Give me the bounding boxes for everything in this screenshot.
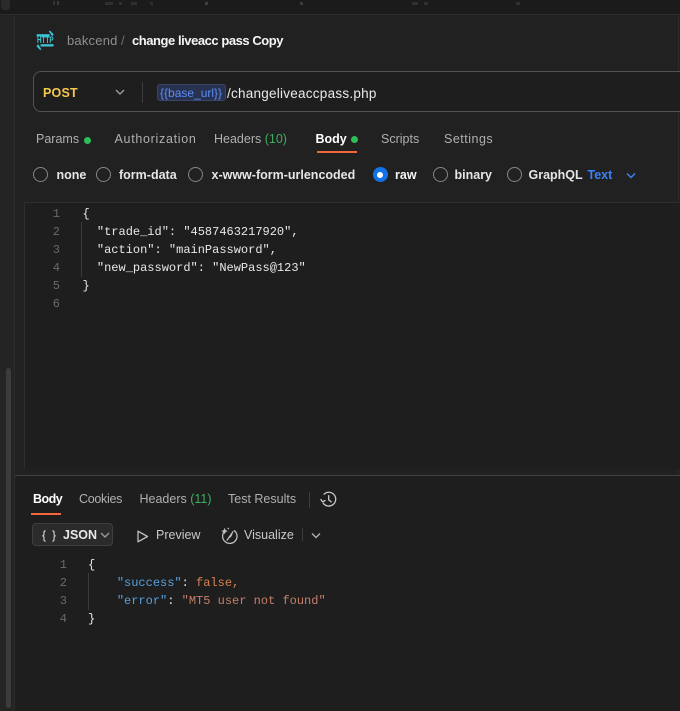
- svg-text:HTTP: HTTP: [37, 35, 54, 45]
